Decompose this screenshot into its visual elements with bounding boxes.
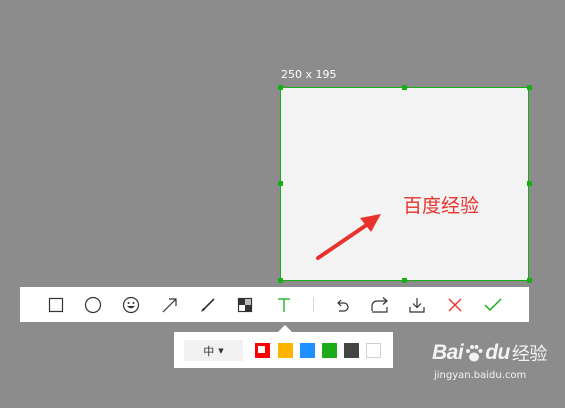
annotation-toolbar <box>20 287 529 322</box>
toolbar-divider <box>313 297 314 312</box>
share-tool[interactable] <box>367 292 393 318</box>
download-icon <box>409 298 425 313</box>
watermark-brand-2: du <box>485 341 510 364</box>
font-size-value: 中 <box>203 344 215 358</box>
close-icon <box>448 298 462 312</box>
brush-icon <box>201 298 215 312</box>
watermark-url: jingyan.baidu.com <box>434 370 527 381</box>
cancel-tool[interactable] <box>442 292 468 318</box>
watermark-brand: Bai <box>432 341 464 364</box>
rectangle-tool[interactable] <box>43 292 69 318</box>
arrow-icon <box>162 298 177 313</box>
share-icon <box>371 297 388 313</box>
color-swatch-blue[interactable] <box>300 343 315 358</box>
subbar-pointer <box>278 325 292 332</box>
arrow-tool[interactable] <box>157 292 183 318</box>
emoji-tool[interactable] <box>118 292 144 318</box>
text-tool[interactable] <box>271 292 297 318</box>
save-tool[interactable] <box>404 292 430 318</box>
color-swatch-yellow[interactable] <box>278 343 293 358</box>
baidu-jingyan-watermark: Bai du 经验 jingyan.baidu.com <box>432 340 547 381</box>
circle-icon <box>84 296 102 314</box>
color-swatch-darkgray[interactable] <box>344 343 359 358</box>
undo-tool[interactable] <box>329 292 355 318</box>
smiley-icon <box>122 296 140 314</box>
check-icon <box>484 298 502 312</box>
undo-icon <box>337 299 349 312</box>
watermark-product: 经验 <box>511 344 548 365</box>
color-swatch-green[interactable] <box>322 343 337 358</box>
color-swatch-white[interactable] <box>366 343 381 358</box>
paw-icon <box>466 345 483 362</box>
rectangle-icon <box>48 297 64 313</box>
text-icon <box>278 298 290 312</box>
ellipse-tool[interactable] <box>80 292 106 318</box>
mosaic-tool[interactable] <box>232 292 258 318</box>
text-options-bar: 中 ▼ <box>174 332 393 368</box>
caret-down-icon: ▼ <box>218 346 224 355</box>
color-swatch-red[interactable] <box>255 343 270 358</box>
mosaic-icon <box>237 297 253 313</box>
confirm-tool[interactable] <box>480 292 506 318</box>
pen-tool[interactable] <box>195 292 221 318</box>
font-size-dropdown[interactable]: 中 ▼ <box>184 340 243 361</box>
